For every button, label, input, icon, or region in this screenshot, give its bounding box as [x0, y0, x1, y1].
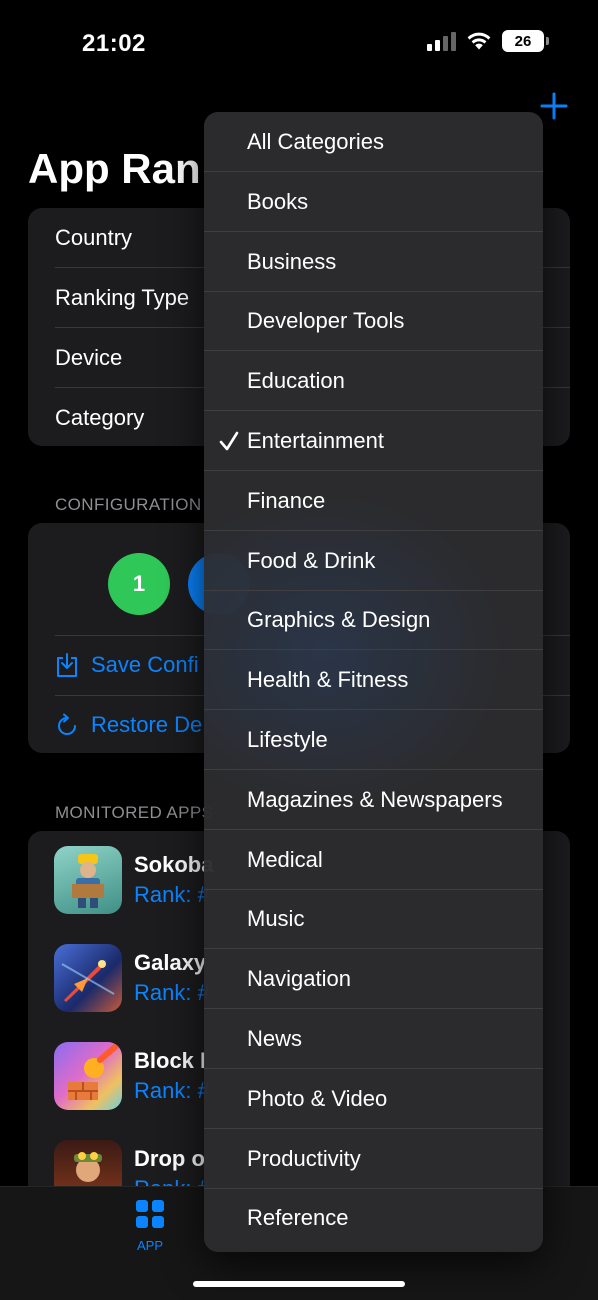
menu-item-reference[interactable]: Reference [204, 1188, 543, 1248]
page-title: App Ran [28, 145, 201, 192]
menu-item-music[interactable]: Music [204, 889, 543, 950]
menu-item-food-drink[interactable]: Food & Drink [204, 531, 543, 591]
menu-item-label: Finance [247, 487, 326, 513]
category-menu: All Categories Books Business Developer Too… [204, 112, 543, 1252]
cellular-signal-icon [427, 31, 456, 51]
battery-icon: 26 [502, 30, 549, 52]
restore-defaults-button[interactable]: Restore De [55, 695, 202, 753]
save-config-button[interactable]: Save Confi [55, 635, 199, 695]
menu-item-developer-tools[interactable]: Developer Tools [204, 291, 543, 352]
save-icon [57, 653, 77, 677]
menu-item-lifestyle[interactable]: Lifestyle [204, 710, 543, 770]
menu-item-label: Education [247, 368, 345, 394]
home-indicator[interactable] [193, 1281, 405, 1287]
menu-item-label: Lifestyle [247, 727, 328, 752]
row-label: Country [55, 225, 133, 250]
menu-item-education[interactable]: Education [204, 351, 543, 412]
menu-item-label: All Categories [247, 129, 384, 154]
menu-item-label: Business [247, 248, 337, 274]
save-config-label: Save Confi [91, 652, 199, 677]
menu-item-label: Music [247, 906, 305, 932]
menu-item-label: Entertainment [247, 428, 384, 453]
menu-item-news[interactable]: News [204, 1009, 543, 1069]
menu-item-entertainment[interactable]: Entertainment [204, 411, 543, 471]
row-label: Device [55, 345, 123, 370]
grid-icon [136, 1200, 164, 1228]
menu-item-productivity[interactable]: Productivity [204, 1129, 543, 1189]
menu-item-photo-video[interactable]: Photo & Video [204, 1069, 543, 1129]
menu-item-finance[interactable]: Finance [204, 471, 543, 531]
row-label: Ranking Type [55, 285, 190, 310]
restore-icon [58, 713, 76, 735]
app-name: Block I [134, 1048, 207, 1073]
app-name: Galaxy [134, 950, 207, 975]
menu-item-label: Magazines & Newspapers [247, 786, 503, 812]
menu-item-label: Developer Tools [247, 308, 405, 334]
block-app-icon [54, 1042, 122, 1110]
menu-item-label: Graphics & Design [247, 607, 431, 633]
menu-item-label: Navigation [247, 966, 351, 992]
status-icons: 26 [427, 30, 549, 52]
app-rank: Rank: # [134, 882, 210, 907]
row-label: Category [55, 405, 145, 430]
menu-item-navigation[interactable]: Navigation [204, 949, 543, 1010]
sokoban-app-icon [54, 846, 122, 914]
menu-item-business[interactable]: Business [204, 232, 543, 292]
tab-app[interactable]: APP [130, 1199, 170, 1253]
app-name: Drop o [134, 1146, 205, 1171]
menu-item-label: News [247, 1026, 303, 1051]
config-slot-1[interactable]: 1 [108, 553, 170, 615]
menu-item-medical[interactable]: Medical [204, 830, 543, 890]
configuration-header: CONFIGURATION [55, 495, 202, 514]
monitored-apps-header: MONITORED APPS [55, 803, 214, 822]
menu-item-label: Food & Drink [247, 547, 376, 573]
menu-item-label: Reference [247, 1205, 349, 1231]
wifi-icon [467, 32, 491, 50]
app-rank: Rank: # [134, 980, 210, 1005]
checkmark-icon [219, 431, 239, 451]
menu-item-label: Medical [247, 846, 323, 872]
menu-item-books[interactable]: Books [204, 172, 543, 232]
menu-item-label: Health & Fitness [247, 667, 409, 693]
app-rank: Rank: # [134, 1078, 210, 1103]
galaxy-app-icon [54, 944, 122, 1012]
menu-item-graphics-design[interactable]: Graphics & Design [204, 590, 543, 651]
app-name: Sokoba [134, 852, 214, 877]
menu-item-all-categories[interactable]: All Categories [204, 112, 543, 172]
restore-defaults-label: Restore De [91, 712, 203, 737]
status-time: 21:02 [82, 30, 146, 57]
menu-item-label: Productivity [247, 1145, 361, 1171]
menu-item-label: Photo & Video [247, 1085, 388, 1111]
menu-item-label: Books [247, 188, 309, 214]
menu-item-health-fitness[interactable]: Health & Fitness [204, 650, 543, 711]
menu-item-magazines-newspapers[interactable]: Magazines & Newspapers [204, 770, 543, 830]
tab-app-label: APP [136, 1238, 163, 1253]
